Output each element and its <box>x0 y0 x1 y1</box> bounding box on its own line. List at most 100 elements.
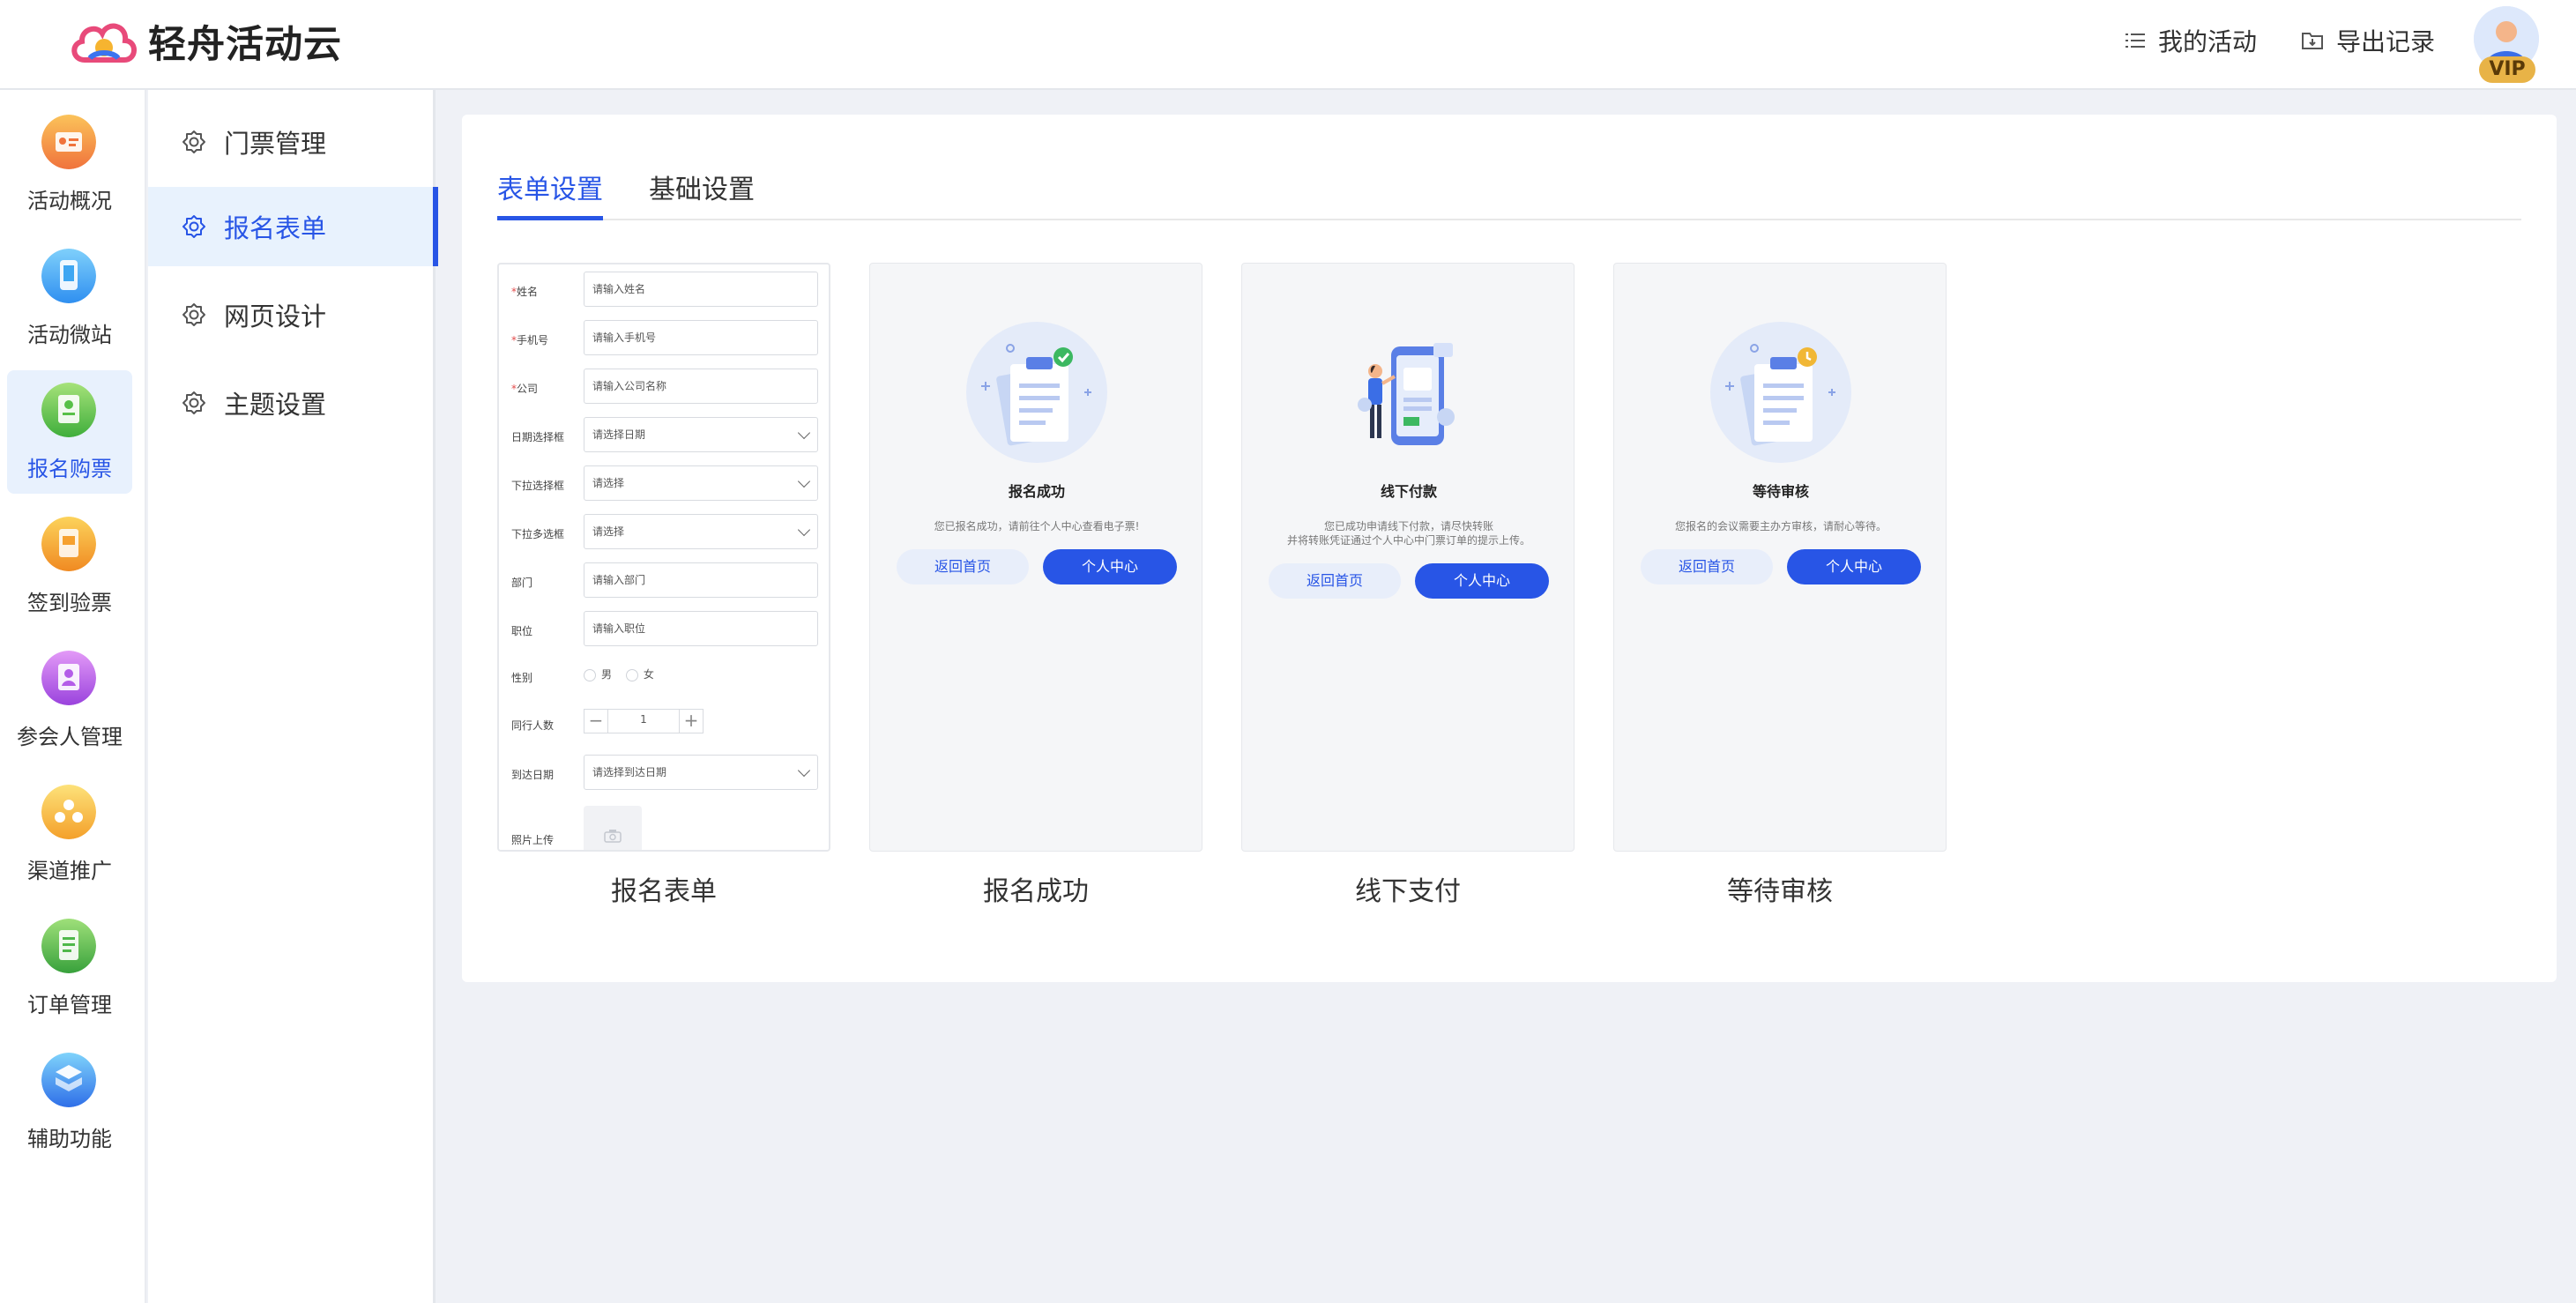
export-records-label: 导出记录 <box>2336 27 2436 56</box>
department-input[interactable]: 请输入部门 <box>584 562 818 598</box>
dashboard-card-icon <box>41 115 96 169</box>
minus-button[interactable]: − <box>584 709 608 733</box>
gear-icon <box>182 130 205 153</box>
multi-select[interactable]: 请选择 <box>584 514 818 549</box>
ticket-form-icon <box>41 383 96 437</box>
form-field: 到达日期 请选择到达日期 <box>510 755 818 790</box>
pending-review-card[interactable]: 等待审核 您报名的会议需要主办方审核，请耐心等待。 返回首页 个人中心 <box>1613 263 1947 852</box>
field-label: 公司 <box>517 383 539 395</box>
rail-label: 报名购票 <box>27 457 112 481</box>
offline-payment-card[interactable]: 线下付款 您已成功申请线下付款，请尽快转账 并将转账凭证通过个人中心中门票订单的提… <box>1241 263 1575 852</box>
personal-center-button[interactable]: 个人中心 <box>1043 549 1177 584</box>
success-page-card[interactable]: 报名成功 您已报名成功，请前往个人中心查看电子票! 返回首页 个人中心 <box>869 263 1202 852</box>
rail-item-tools[interactable]: 辅助功能 <box>7 1040 132 1164</box>
quantity-stepper: − 1 + <box>584 709 707 733</box>
back-home-button[interactable]: 返回首页 <box>897 549 1029 584</box>
rail-item-checkin[interactable]: 签到验票 <box>7 504 132 628</box>
back-home-button[interactable]: 返回首页 <box>1641 549 1773 584</box>
rail-item-orders[interactable]: 订单管理 <box>7 906 132 1030</box>
card-caption: 报名表单 <box>611 876 717 907</box>
field-label: 职位 <box>511 625 533 637</box>
form-field: *手机号 请输入手机号 <box>510 320 818 355</box>
field-label: 到达日期 <box>511 769 555 781</box>
gender-radio-group: 男 女 <box>584 666 654 681</box>
camera-icon <box>604 830 622 843</box>
company-input[interactable]: 请输入公司名称 <box>584 369 818 404</box>
rail-label: 订单管理 <box>27 993 112 1017</box>
rail-label: 辅助功能 <box>27 1127 112 1151</box>
card-description: 您报名的会议需要主办方审核，请耐心等待。 <box>1674 520 1887 532</box>
form-field-photo: 照片上传 <box>510 806 818 850</box>
rail-item-registration[interactable]: 报名购票 <box>7 370 132 494</box>
rail-item-overview[interactable]: 活动概况 <box>7 102 132 226</box>
my-activities-link[interactable]: 我的活动 <box>2125 23 2257 58</box>
form-field-gender: 性别 男 女 <box>510 658 818 693</box>
rail-label: 活动微站 <box>27 323 112 347</box>
list-icon <box>2126 34 2145 48</box>
chevron-down-icon <box>797 523 811 537</box>
card-description: 您已报名成功，请前往个人中心查看电子票! <box>934 520 1140 532</box>
position-input[interactable]: 请输入职位 <box>584 611 818 646</box>
folder-download-icon <box>2302 33 2323 49</box>
subnav-web-design[interactable]: 网页设计 <box>148 275 436 354</box>
top-bar: 轻舟活动云 我的活动 导出记录 VIP <box>0 0 2576 90</box>
order-icon <box>41 919 96 973</box>
my-activities-label: 我的活动 <box>2158 27 2258 56</box>
photo-upload-box[interactable] <box>584 806 642 850</box>
card-title: 等待审核 <box>1752 483 1809 500</box>
checkin-icon <box>41 517 96 571</box>
card-caption: 报名成功 <box>983 876 1089 907</box>
subnav-theme-settings[interactable]: 主题设置 <box>148 363 436 443</box>
chevron-down-icon <box>797 763 811 778</box>
field-label: 照片上传 <box>511 834 555 846</box>
form-field: 部门 请输入部门 <box>510 562 818 598</box>
radio-female[interactable] <box>625 668 638 681</box>
subnav-registration-form[interactable]: 报名表单 <box>148 187 438 266</box>
mobile-site-icon <box>41 249 96 303</box>
field-label: 性别 <box>511 672 533 684</box>
plus-button[interactable]: + <box>679 709 704 733</box>
radio-male[interactable] <box>584 668 596 681</box>
attendee-icon <box>41 651 96 705</box>
date-select[interactable]: 请选择日期 <box>584 417 818 452</box>
rail-item-microsite[interactable]: 活动微站 <box>7 236 132 360</box>
clipboard-success-illustration <box>966 322 1107 463</box>
brand-logo[interactable]: 轻舟活动云 <box>69 14 342 69</box>
dropdown-select[interactable]: 请选择 <box>584 465 818 501</box>
rail-item-channels[interactable]: 渠道推广 <box>7 772 132 896</box>
subnav-ticket-management[interactable]: 门票管理 <box>148 102 436 182</box>
chevron-down-icon <box>797 474 811 488</box>
quantity-value[interactable]: 1 <box>608 709 679 733</box>
clipboard-pending-illustration <box>1710 322 1851 463</box>
back-home-button[interactable]: 返回首页 <box>1269 563 1401 599</box>
secondary-sidebar: 门票管理 报名表单 网页设计 主题设置 <box>148 90 438 1303</box>
field-label: 部门 <box>511 577 533 589</box>
form-field: 日期选择框 请选择日期 <box>510 417 818 452</box>
field-label: 下拉多选框 <box>511 528 565 540</box>
rail-item-attendees[interactable]: 参会人管理 <box>7 638 132 762</box>
tab-form-settings[interactable]: 表单设置 <box>497 168 603 220</box>
personal-center-button[interactable]: 个人中心 <box>1787 549 1921 584</box>
card-title: 线下付款 <box>1380 483 1437 500</box>
export-records-link[interactable]: 导出记录 <box>2301 23 2435 58</box>
form-field: *姓名 请输入姓名 <box>510 272 818 307</box>
tab-basic-settings[interactable]: 基础设置 <box>649 168 755 220</box>
field-label: 日期选择框 <box>511 431 565 443</box>
form-field: 下拉选择框 请选择 <box>510 465 818 501</box>
field-label: 下拉选择框 <box>511 480 565 492</box>
field-label: 手机号 <box>517 334 549 346</box>
rail-label: 活动概况 <box>27 189 112 213</box>
subnav-label: 门票管理 <box>224 129 327 159</box>
arrival-date-select[interactable]: 请选择到达日期 <box>584 755 818 790</box>
subnav-label: 报名表单 <box>224 213 327 243</box>
rail-label: 签到验票 <box>27 591 112 615</box>
form-field: 职位 请输入职位 <box>510 611 818 646</box>
form-field-companions: 同行人数 − 1 + <box>510 705 818 741</box>
subnav-label: 网页设计 <box>224 302 327 331</box>
personal-center-button[interactable]: 个人中心 <box>1415 563 1549 599</box>
card-caption: 线下支付 <box>1355 876 1461 907</box>
phone-input[interactable]: 请输入手机号 <box>584 320 818 355</box>
card-title: 报名成功 <box>1008 483 1065 500</box>
name-input[interactable]: 请输入姓名 <box>584 272 818 307</box>
form-preview-card[interactable]: *姓名 请输入姓名 *手机号 请输入手机号 *公司 请输入公司名称 日期选择框 … <box>497 263 830 852</box>
